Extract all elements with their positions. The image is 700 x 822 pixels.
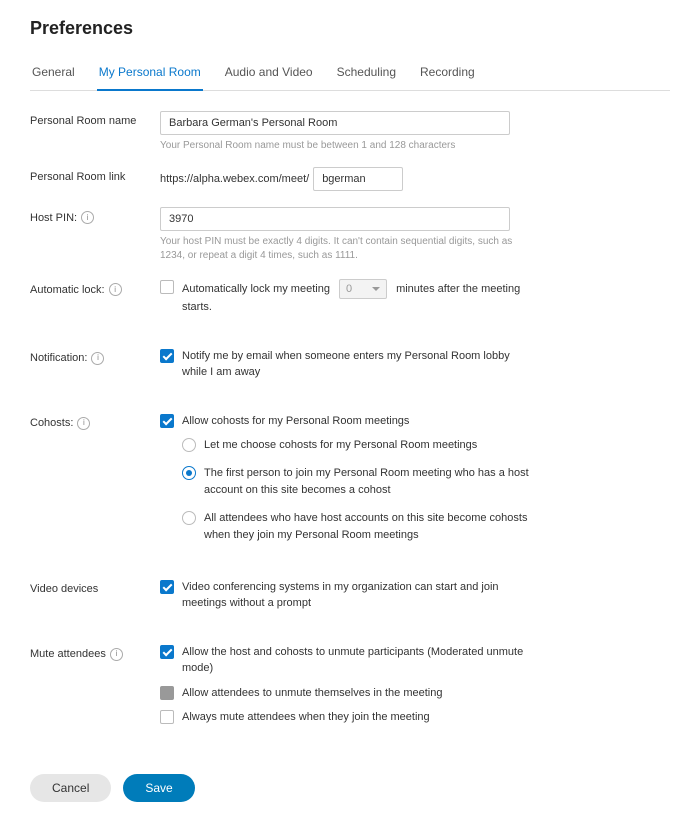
checkbox-allow-cohosts[interactable] <box>160 414 174 428</box>
input-room-name[interactable] <box>160 111 510 135</box>
label-host-pin: Host PIN: <box>30 212 77 224</box>
video-devices-text: Video conferencing systems in my organiz… <box>182 579 532 612</box>
tab-scheduling[interactable]: Scheduling <box>335 57 398 91</box>
label-auto-lock: Automatic lock: <box>30 284 105 296</box>
cohost-opt3-text: All attendees who have host accounts on … <box>204 510 554 545</box>
tab-my-personal-room[interactable]: My Personal Room <box>97 57 203 91</box>
tab-recording[interactable]: Recording <box>418 57 477 91</box>
cohost-opt1-text: Let me choose cohosts for my Personal Ro… <box>204 437 554 455</box>
radio-cohost-all-attendees[interactable] <box>182 511 196 525</box>
tab-audio-video[interactable]: Audio and Video <box>223 57 315 91</box>
label-room-name: Personal Room name <box>30 111 160 127</box>
cohosts-checkbox-text: Allow cohosts for my Personal Room meeti… <box>182 413 532 430</box>
notification-text: Notify me by email when someone enters m… <box>182 348 532 381</box>
info-icon[interactable]: i <box>109 283 122 296</box>
tab-general[interactable]: General <box>30 57 77 91</box>
input-host-pin[interactable] <box>160 207 510 231</box>
radio-cohost-first-person[interactable] <box>182 466 196 480</box>
auto-lock-text-before: Automatically lock my meeting <box>182 283 330 295</box>
helper-room-name: Your Personal Room name must be between … <box>160 139 520 153</box>
chevron-down-icon <box>372 287 380 291</box>
mute-opt1-text: Allow the host and cohosts to unmute par… <box>182 644 532 677</box>
page-title: Preferences <box>30 18 670 39</box>
mute-opt2-text: Allow attendees to unmute themselves in … <box>182 685 532 702</box>
info-icon[interactable]: i <box>77 417 90 430</box>
label-room-link: Personal Room link <box>30 167 160 183</box>
cohost-opt2-text: The first person to join my Personal Roo… <box>204 465 554 500</box>
checkbox-mute-always[interactable] <box>160 710 174 724</box>
checkbox-auto-lock[interactable] <box>160 280 174 294</box>
label-mute-attendees: Mute attendees <box>30 648 106 660</box>
cancel-button[interactable]: Cancel <box>30 774 111 802</box>
checkbox-notification[interactable] <box>160 349 174 363</box>
label-notification: Notification: <box>30 352 87 364</box>
save-button[interactable]: Save <box>123 774 194 802</box>
radio-cohost-choose[interactable] <box>182 438 196 452</box>
select-lock-minutes[interactable]: 0 <box>339 279 387 299</box>
input-room-link[interactable] <box>313 167 403 191</box>
info-icon[interactable]: i <box>91 352 104 365</box>
label-cohosts: Cohosts: <box>30 417 73 429</box>
checkbox-mute-moderated[interactable] <box>160 645 174 659</box>
label-video-devices: Video devices <box>30 579 160 595</box>
info-icon[interactable]: i <box>110 648 123 661</box>
room-link-prefix: https://alpha.webex.com/meet/ <box>160 173 309 185</box>
checkbox-mute-self-unmute[interactable] <box>160 686 174 700</box>
mute-opt3-text: Always mute attendees when they join the… <box>182 709 532 726</box>
helper-host-pin: Your host PIN must be exactly 4 digits. … <box>160 235 520 263</box>
info-icon[interactable]: i <box>81 211 94 224</box>
checkbox-video-devices[interactable] <box>160 580 174 594</box>
tabs: General My Personal Room Audio and Video… <box>30 57 670 91</box>
